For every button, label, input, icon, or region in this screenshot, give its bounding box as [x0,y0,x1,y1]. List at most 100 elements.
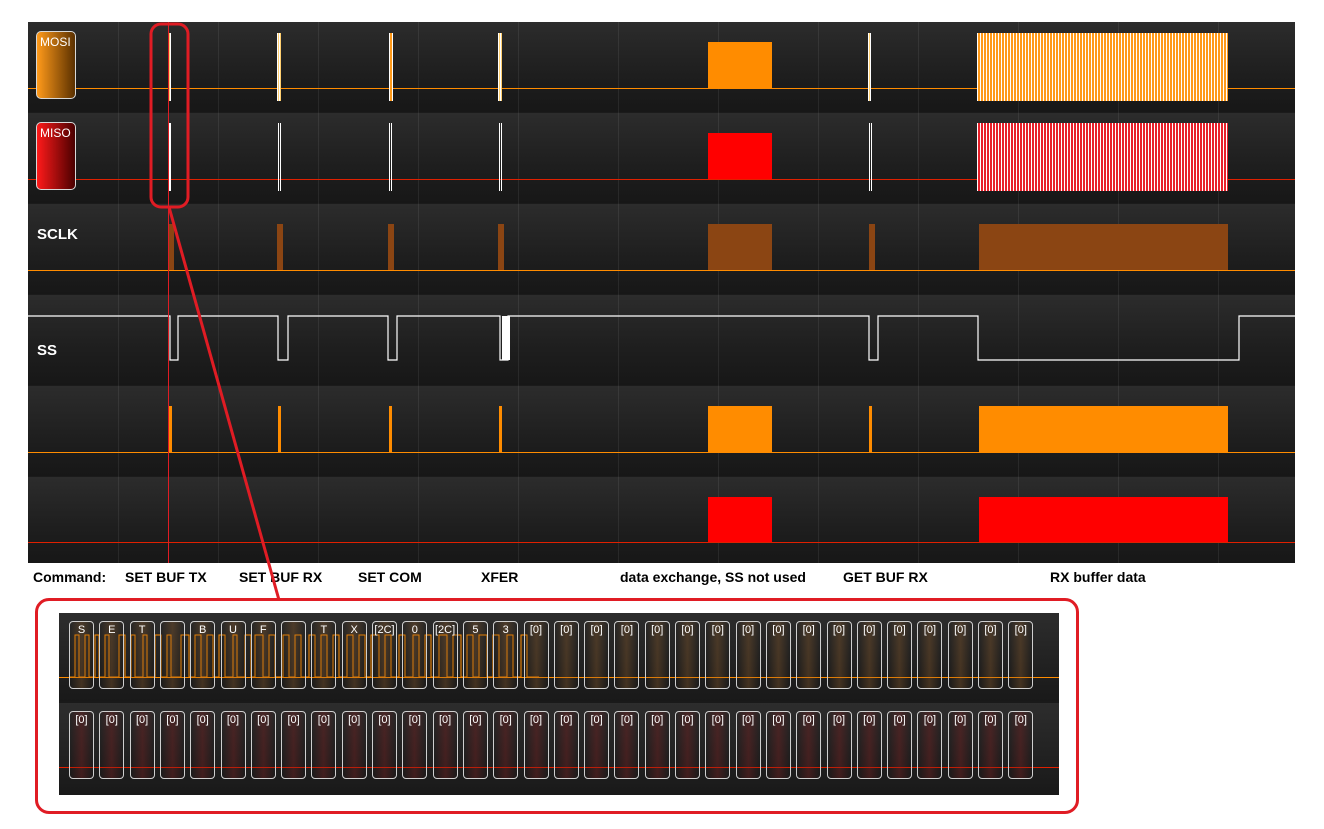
zoom-mosi-byte-cell[interactable]: 0 [402,621,428,689]
zoom-miso-byte-cell[interactable]: [0] [735,711,761,779]
zoom-mosi-byte-cell[interactable]: T [129,621,155,689]
miso-label: MISO [40,126,71,140]
zoom-mosi-byte-cell[interactable]: [0] [584,621,610,689]
zoom-miso-byte-cell[interactable]: [0] [190,711,216,779]
zoom-miso-byte-cell[interactable]: [0] [856,711,882,779]
zoom-mosi-byte-cell[interactable] [159,621,185,689]
zoom-mosi-byte-cell[interactable]: [0] [1008,621,1034,689]
miso-channel-badge[interactable]: MISO [36,122,76,190]
mosi-burst [277,33,281,101]
zoom-miso-byte-cell[interactable]: [0] [765,711,791,779]
mosi-decoded-baseline [28,452,1295,453]
sclk-rx-buffer-block [979,224,1228,270]
caption-xfer: XFER [481,569,519,585]
zoom-mosi-byte-cell[interactable]: 3 [493,621,519,689]
caption-set-buf-tx: SET BUF TX [125,569,207,585]
zoom-mosi-byte-cell[interactable]: [0] [644,621,670,689]
miso-decoded-rx-block [979,497,1228,542]
zoomed-transaction-view: S E T B U F T X [2C] 0 [2C] 5 3 [0] [0] [0] [0] [0] [0] [0]… [59,613,1059,795]
zoom-miso-byte-cell[interactable]: [0] [644,711,670,779]
zoom-mosi-byte-cell[interactable]: [0] [917,621,943,689]
zoom-miso-byte-cell[interactable]: [0] [614,711,640,779]
zoom-mosi-byte-cell[interactable]: [0] [735,621,761,689]
zoom-miso-byte-cell[interactable]: [0] [281,711,307,779]
zoom-mosi-byte-cell[interactable]: 5 [462,621,488,689]
mosi-burst [169,33,172,101]
zoom-miso-byte-cell[interactable]: [0] [978,711,1003,779]
sclk-burst [869,224,875,270]
zoom-miso-byte-cell[interactable]: [0] [250,711,276,779]
zoom-mosi-byte-cell[interactable]: [0] [614,621,640,689]
sclk-burst [388,224,394,270]
sclk-burst [498,224,504,270]
zoom-mosi-byte-cell[interactable]: [0] [796,621,822,689]
miso-decoded-baseline [28,542,1295,543]
zoom-miso-byte-cell[interactable]: [0] [402,711,428,779]
zoom-miso-byte-cell[interactable]: [0] [129,711,155,779]
mosi-data-block [708,42,772,88]
zoom-miso-byte-cell[interactable]: [0] [99,711,125,779]
zoom-mosi-byte-cell[interactable]: [2C] [372,621,397,689]
zoom-mosi-byte-cell[interactable]: [0] [553,621,579,689]
zoom-miso-byte-cell[interactable]: [0] [675,711,700,779]
zoom-mosi-byte-cell[interactable]: S [69,621,94,689]
mosi-decoded-rx-block [979,406,1228,452]
zoom-miso-byte-cell[interactable]: [0] [432,711,458,779]
time-cursor[interactable] [168,22,169,563]
caption-set-buf-rx: SET BUF RX [239,569,323,585]
zoom-miso-byte-cell[interactable]: [0] [493,711,519,779]
zoom-mosi-byte-cell[interactable]: [2C] [432,621,458,689]
command-label: Command: [33,569,107,585]
zoom-mosi-byte-cell[interactable]: [0] [978,621,1003,689]
zoom-mosi-byte-cell[interactable]: [0] [523,621,549,689]
zoom-mosi-byte-cell[interactable]: [0] [675,621,700,689]
zoom-mosi-byte-cell[interactable]: F [250,621,276,689]
zoom-mosi-byte-cell[interactable]: [0] [856,621,882,689]
zoom-mosi-byte-cell[interactable]: [0] [887,621,913,689]
zoom-miso-byte-cell[interactable]: [0] [826,711,852,779]
zoom-miso-byte-cell[interactable]: [0] [584,711,610,779]
zoom-miso-byte-cell[interactable]: [0] [705,711,731,779]
zoom-miso-byte-cell[interactable]: [0] [917,711,943,779]
zoom-mosi-byte-cell[interactable]: [0] [765,621,791,689]
zoom-mosi-byte-cell[interactable]: E [99,621,125,689]
zoom-miso-byte-cell[interactable]: [0] [553,711,579,779]
zoom-mosi-byte-cell[interactable]: [0] [705,621,731,689]
zoom-mosi-byte-cell[interactable]: B [190,621,216,689]
sclk-label: SCLK [37,226,78,243]
caption-set-com: SET COM [358,569,422,585]
miso-burst [278,123,281,191]
mosi-decoded-mark [278,406,281,452]
zoom-miso-byte-cell[interactable]: [0] [220,711,246,779]
zoom-miso-byte-cell[interactable]: [0] [462,711,488,779]
zoom-mosi-byte-cell[interactable]: T [311,621,337,689]
zoom-miso-byte-cell[interactable]: [0] [69,711,94,779]
zoom-mosi-byte-cell[interactable]: X [341,621,367,689]
zoom-miso-byte-cell[interactable]: [0] [311,711,337,779]
zoom-miso-byte-cell[interactable]: [0] [341,711,367,779]
ss-waveform [28,315,1295,361]
zoom-mosi-byte-cell[interactable]: [0] [826,621,852,689]
caption-get-buf-rx: GET BUF RX [843,569,928,585]
caption-data-exchange: data exchange, SS not used [620,569,806,585]
zoom-miso-byte-cell[interactable]: [0] [796,711,822,779]
mosi-decoded-mark [389,406,392,452]
zoom-miso-byte-cell[interactable]: [0] [372,711,397,779]
mosi-burst [389,33,393,101]
zoom-miso-byte-cell[interactable]: [0] [1008,711,1034,779]
mosi-rx-buffer-burst [977,33,1228,101]
zoom-mosi-byte-cell[interactable]: [0] [947,621,973,689]
zoom-miso-byte-cell[interactable]: [0] [159,711,185,779]
zoom-miso-byte-cell[interactable]: [0] [887,711,913,779]
zoom-mosi-byte-cell[interactable]: U [220,621,246,689]
caption-rx-buffer-data: RX buffer data [1050,569,1146,585]
miso-burst [869,123,872,191]
mosi-decoded-mark [869,406,872,452]
miso-burst [389,123,392,191]
zoom-miso-byte-cell[interactable]: [0] [523,711,549,779]
command-caption-row: Command: SET BUF TX SET BUF RX SET COM X… [0,569,1324,587]
mosi-channel-badge[interactable]: MOSI [36,31,76,99]
mosi-decoded-block [708,406,772,452]
zoom-miso-byte-cell[interactable]: [0] [947,711,973,779]
zoom-mosi-byte-cell[interactable] [281,621,307,689]
